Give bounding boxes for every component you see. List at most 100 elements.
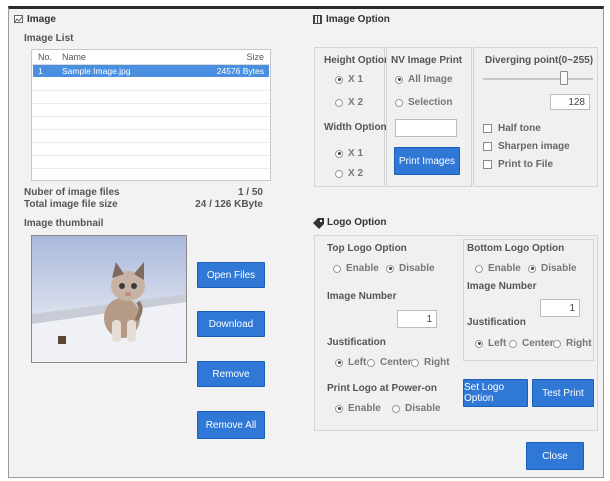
dialog-window: Image Image List No. Name Size 1 Sample …: [8, 6, 604, 478]
diverging-slider-track[interactable]: [483, 71, 593, 85]
tag-icon: [313, 218, 324, 232]
radio-dot-icon: [395, 98, 403, 107]
radio-dot-icon: [475, 339, 483, 348]
bottom-left-label: Left: [488, 338, 507, 349]
power-disable-radio[interactable]: Disable: [392, 403, 441, 414]
diverging-label: Diverging point(0~255): [485, 55, 594, 66]
bottom-image-number-input[interactable]: 1: [540, 299, 580, 317]
top-enable-label: Enable: [346, 263, 379, 274]
row-size: 24576 Bytes: [216, 66, 264, 76]
set-logo-option-button[interactable]: Set Logo Option: [463, 379, 528, 407]
bottom-disable-radio[interactable]: Disable: [528, 263, 577, 274]
total-size-label: Total image file size: [24, 199, 118, 210]
diverging-value-input[interactable]: 128: [550, 94, 590, 110]
all-image-label: All Image: [408, 74, 453, 85]
download-button[interactable]: Download: [197, 311, 265, 337]
thumbnail-label: Image thumbnail: [24, 218, 104, 229]
close-button[interactable]: Close: [526, 442, 584, 470]
table-header: No. Name Size: [32, 50, 270, 65]
radio-dot-icon: [528, 264, 536, 273]
width-x1-radio[interactable]: X 1: [335, 148, 363, 159]
radio-dot-icon: [475, 264, 483, 273]
checkbox-icon: [483, 142, 492, 151]
top-enable-radio[interactable]: Enable: [333, 263, 379, 274]
power-disable-label: Disable: [405, 403, 441, 414]
image-thumbnail: [31, 235, 187, 363]
power-enable-radio[interactable]: Enable: [335, 403, 381, 414]
half-tone-label: Half tone: [498, 123, 541, 134]
radio-dot-icon: [395, 75, 403, 84]
sharpen-image-checkbox[interactable]: Sharpen image: [483, 141, 570, 152]
width-option-label: Width Option: [324, 122, 387, 133]
top-image-number-label: Image Number: [327, 291, 397, 302]
num-files-label: Nuber of image files: [24, 187, 120, 198]
bottom-image-number-label: Image Number: [467, 281, 537, 292]
radio-dot-icon: [333, 264, 341, 273]
top-center-radio[interactable]: Center: [367, 357, 412, 368]
row-name: Sample Image.jpg: [62, 66, 131, 76]
bottom-justification-label: Justification: [467, 317, 526, 328]
column-header-no[interactable]: No.: [38, 52, 52, 62]
bottom-right-radio[interactable]: Right: [553, 338, 592, 349]
image-section-title: Image: [27, 14, 56, 25]
width-x2-label: X 2: [348, 168, 364, 179]
top-right-label: Right: [424, 357, 450, 368]
bottom-disable-label: Disable: [541, 263, 577, 274]
height-x2-radio[interactable]: X 2: [335, 97, 363, 108]
table-row[interactable]: 1 Sample Image.jpg 24576 Bytes: [33, 65, 269, 77]
radio-dot-icon: [386, 264, 394, 273]
top-disable-radio[interactable]: Disable: [386, 263, 435, 274]
image-option-title: Image Option: [326, 14, 390, 25]
top-left-radio[interactable]: Left: [335, 357, 366, 368]
print-images-button[interactable]: Print Images: [394, 147, 460, 175]
radio-dot-icon: [509, 339, 517, 348]
radio-dot-icon: [367, 358, 375, 367]
width-x2-radio[interactable]: X 2: [335, 168, 363, 179]
column-header-size[interactable]: Size: [246, 52, 264, 62]
checkbox-icon: [483, 160, 492, 169]
selection-radio[interactable]: Selection: [395, 97, 452, 108]
bottom-center-radio[interactable]: Center: [509, 338, 554, 349]
height-x1-radio[interactable]: X 1: [335, 74, 363, 85]
top-left-label: Left: [348, 357, 367, 368]
radio-dot-icon: [335, 75, 343, 84]
radio-dot-icon: [335, 98, 343, 107]
width-x1-label: X 1: [348, 148, 364, 159]
selection-input[interactable]: [395, 119, 457, 137]
top-logo-label: Top Logo Option: [327, 243, 407, 254]
top-disable-label: Disable: [399, 263, 435, 274]
top-image-number-input[interactable]: 1: [397, 310, 437, 328]
height-option-label: Height Option: [324, 55, 391, 66]
test-print-button[interactable]: Test Print: [532, 379, 594, 407]
radio-dot-icon: [392, 404, 400, 413]
all-image-radio[interactable]: All Image: [395, 74, 452, 85]
bottom-enable-radio[interactable]: Enable: [475, 263, 521, 274]
grid-icon: [313, 15, 322, 24]
height-x1-label: X 1: [348, 74, 364, 85]
print-to-file-label: Print to File: [498, 159, 553, 170]
remove-button[interactable]: Remove: [197, 361, 265, 387]
bottom-right-label: Right: [566, 338, 592, 349]
height-width-group: [314, 47, 385, 187]
row-no: 1: [38, 66, 43, 76]
image-icon: [14, 15, 23, 23]
half-tone-checkbox[interactable]: Half tone: [483, 123, 541, 134]
column-header-name[interactable]: Name: [62, 52, 86, 62]
top-right-radio[interactable]: Right: [411, 357, 450, 368]
total-size-value: 24 / 126 KByte: [195, 199, 263, 210]
bottom-left-radio[interactable]: Left: [475, 338, 506, 349]
radio-dot-icon: [553, 339, 561, 348]
power-on-label: Print Logo at Power-on: [327, 383, 437, 394]
open-files-button[interactable]: Open Files: [197, 262, 265, 288]
checkbox-icon: [483, 124, 492, 133]
top-center-label: Center: [380, 357, 412, 368]
bottom-logo-label: Bottom Logo Option: [467, 243, 565, 254]
selection-label: Selection: [408, 97, 453, 108]
remove-all-button[interactable]: Remove All: [197, 411, 265, 439]
sharpen-image-label: Sharpen image: [498, 141, 570, 152]
diverging-slider-thumb[interactable]: [560, 71, 568, 85]
nv-print-label: NV Image Print: [391, 55, 463, 66]
image-list-table[interactable]: No. Name Size 1 Sample Image.jpg 24576 B…: [31, 49, 271, 181]
empty-row-lines: [32, 78, 270, 180]
print-to-file-checkbox[interactable]: Print to File: [483, 159, 553, 170]
